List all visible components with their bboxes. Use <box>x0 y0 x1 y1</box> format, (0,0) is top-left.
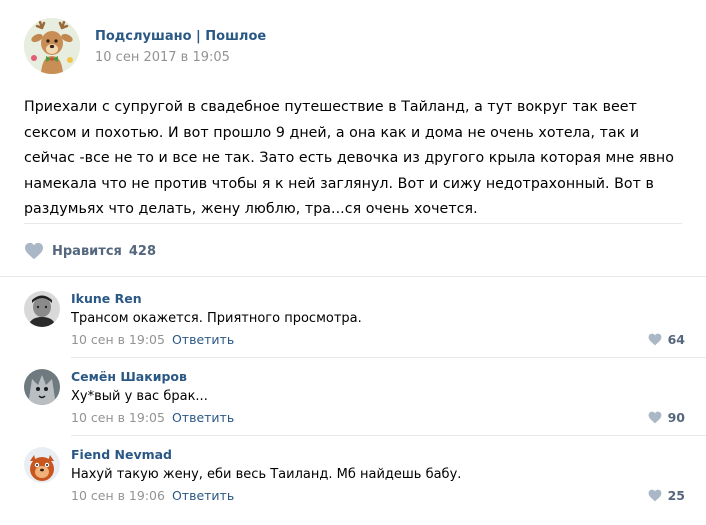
comment-date[interactable]: 10 сен в 19:05 <box>71 332 165 347</box>
comment-divider <box>71 357 706 358</box>
like-label: Нравится <box>52 243 122 259</box>
comment-date[interactable]: 10 сен в 19:05 <box>71 410 165 425</box>
group-name-link[interactable]: Подслушано | Пошлое <box>95 29 266 44</box>
comment-like-button[interactable]: 64 <box>648 332 685 347</box>
comment-meta: 10 сен в 19:06 Ответить <box>71 488 234 503</box>
reply-link[interactable]: Ответить <box>172 410 234 425</box>
post-divider <box>24 223 682 224</box>
comment-like-button[interactable]: 25 <box>648 488 685 503</box>
heart-icon <box>648 333 662 346</box>
reply-link[interactable]: Ответить <box>172 488 234 503</box>
comment-text: Нахуй такую жену, еби весь Таиланд. Мб н… <box>71 467 462 482</box>
post-date[interactable]: 10 сен 2017 в 19:05 <box>95 50 230 65</box>
avatar-photo-icon <box>24 369 60 405</box>
comment-meta: 10 сен в 19:05 Ответить <box>71 332 234 347</box>
comment-like-count: 25 <box>667 488 685 503</box>
post-text: Приехали с супругой в свадебное путешест… <box>24 99 674 217</box>
comment-like-count: 64 <box>667 332 685 347</box>
post-like-button[interactable]: Нравится 428 <box>24 240 156 262</box>
deer-mascot-icon <box>24 18 80 74</box>
comments-divider <box>0 276 706 277</box>
comment: Fiend Nevmad Нахуй такую жену, еби весь … <box>0 447 706 525</box>
heart-icon <box>648 411 662 424</box>
avatar-cartoon-icon <box>24 447 60 483</box>
comment-author[interactable]: Fiend Nevmad <box>71 447 172 462</box>
comment-like-count: 90 <box>667 410 685 425</box>
reply-link[interactable]: Ответить <box>172 332 234 347</box>
avatar[interactable] <box>24 447 60 483</box>
comment-author[interactable]: Ikune Ren <box>71 291 142 306</box>
comment-like-button[interactable]: 90 <box>648 410 685 425</box>
comment-divider <box>71 435 706 436</box>
avatar[interactable] <box>24 369 60 405</box>
heart-icon <box>25 242 43 260</box>
avatar[interactable] <box>24 291 60 327</box>
comment-meta: 10 сен в 19:05 Ответить <box>71 410 234 425</box>
comment-text: Трансом окажется. Приятного просмотра. <box>71 311 362 326</box>
comment-author[interactable]: Семён Шакиров <box>71 369 187 384</box>
group-avatar[interactable] <box>24 18 80 74</box>
comment-text: Ху*вый у вас брак... <box>71 389 208 404</box>
comment-date[interactable]: 10 сен в 19:06 <box>71 488 165 503</box>
heart-icon <box>648 489 662 502</box>
like-count: 428 <box>128 243 157 259</box>
avatar-photo-icon <box>24 291 60 327</box>
